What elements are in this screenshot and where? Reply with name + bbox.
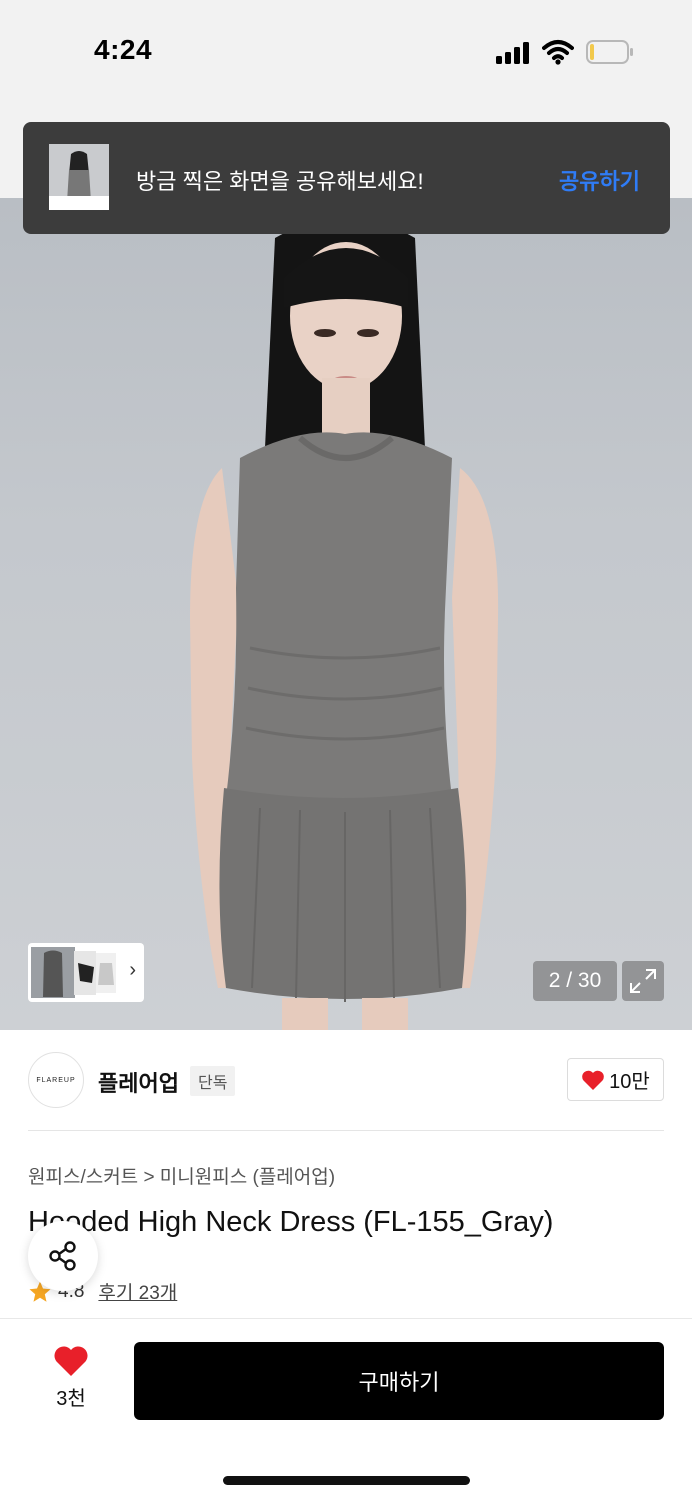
chevron-right-icon: › <box>129 959 136 981</box>
buy-button[interactable]: 구매하기 <box>134 1342 664 1420</box>
exclusive-badge: 단독 <box>190 1066 236 1096</box>
expand-icon <box>630 969 656 993</box>
battery-icon <box>586 40 633 64</box>
product-image[interactable] <box>0 198 692 1030</box>
thumbnails-icon <box>31 947 116 998</box>
brand-like-count: 10만 <box>609 1071 650 1093</box>
brand-name[interactable]: 플레어업 <box>98 1066 179 1098</box>
share-now-button[interactable]: 공유하기 <box>559 164 640 196</box>
category-breadcrumb[interactable]: 원피스/스커트 > 미니원피스 (플레어업) <box>28 1162 335 1189</box>
wishlist-button[interactable]: 3천 <box>48 1345 94 1411</box>
screenshot-share-toast: 방금 찍은 화면을 공유해보세요! 공유하기 <box>23 122 670 234</box>
wishlist-count: 3천 <box>56 1388 86 1410</box>
toast-message: 방금 찍은 화면을 공유해보세요! <box>136 169 424 194</box>
share-icon <box>49 1241 76 1271</box>
image-thumbnails-button[interactable]: › <box>28 943 144 1002</box>
brand-row: FLAREUP 플레어업 단독 10만 <box>28 1052 664 1112</box>
wifi-icon <box>542 40 574 65</box>
product-title: Hooded High Neck Dress (FL-155_Gray) <box>28 1206 554 1238</box>
screenshot-thumbnail[interactable] <box>49 144 109 210</box>
fullscreen-button[interactable] <box>622 961 664 1001</box>
brand-like-button[interactable]: 10만 <box>567 1058 664 1101</box>
divider <box>28 1130 664 1131</box>
reviews-link[interactable]: 후기 23개 <box>98 1278 177 1305</box>
heart-icon <box>582 1070 604 1090</box>
bottom-action-bar: 3천 구매하기 <box>0 1318 692 1501</box>
brand-logo[interactable]: FLAREUP <box>28 1052 84 1108</box>
home-indicator <box>223 1476 470 1485</box>
share-button[interactable] <box>28 1221 98 1291</box>
status-time: 4:24 <box>94 34 153 65</box>
cellular-signal-icon <box>496 42 529 64</box>
image-counter: 2 / 30 <box>533 961 617 1001</box>
model-photo <box>190 218 499 1030</box>
heart-icon <box>54 1346 88 1376</box>
